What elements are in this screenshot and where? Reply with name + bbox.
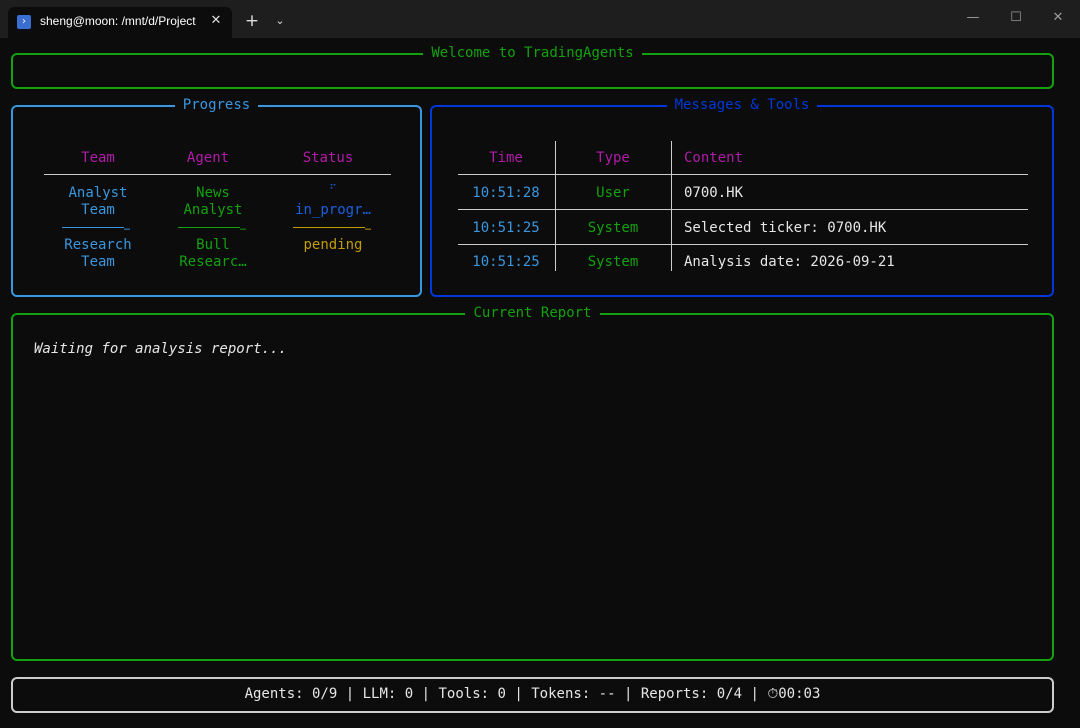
messages-row-rule-1 xyxy=(458,209,1028,210)
powershell-icon: › xyxy=(17,15,31,29)
messages-title: Messages & Tools xyxy=(666,97,818,113)
progress-title: Progress xyxy=(174,97,259,113)
status-separator: | xyxy=(421,686,431,702)
msg-content-1: 0700.HK xyxy=(684,185,744,201)
status-separator: | xyxy=(514,686,523,702)
header-time: Time xyxy=(489,150,523,166)
spinner-icon: ⠋ xyxy=(329,184,337,195)
msg-time-2: 10:51:25 xyxy=(472,220,540,236)
team-analyst-line1: Analyst xyxy=(68,185,128,201)
report-waiting-text: Waiting for analysis report... xyxy=(34,341,287,357)
status-tokens: Tokens: -- xyxy=(531,686,616,702)
status-separator: | xyxy=(345,686,355,702)
progress-panel: Progress Team Agent Status Analyst Team … xyxy=(11,97,422,297)
msg-type-3: System xyxy=(587,254,639,270)
status-llm: LLM: 0 xyxy=(362,686,414,702)
status-in-progress: in_progr… xyxy=(295,202,371,218)
terminal-window: › sheng@moon: /mnt/d/Project ✕ + ⌄ — ☐ ✕… xyxy=(0,0,1080,728)
msg-type-2: System xyxy=(587,220,639,236)
msg-time-3: 10:51:25 xyxy=(472,254,540,270)
msg-content-2: Selected ticker: 0700.HK xyxy=(684,220,887,236)
header-team: Team xyxy=(81,150,115,166)
team-research-line2: Team xyxy=(81,254,115,270)
tab-title: sheng@moon: /mnt/d/Project xyxy=(40,14,196,28)
messages-row-rule-2 xyxy=(458,244,1028,245)
status-pending: pending xyxy=(303,237,363,253)
msg-type-1: User xyxy=(596,185,630,201)
report-title: Current Report xyxy=(465,305,600,321)
welcome-title: Welcome to TradingAgents xyxy=(423,45,642,61)
agent-news-line2: Analyst xyxy=(183,202,243,218)
report-panel: Current Report Waiting for analysis repo… xyxy=(11,305,1054,661)
row-divider-status-ellipsis: … xyxy=(365,222,372,233)
row-divider-status xyxy=(293,227,365,228)
header-content: Content xyxy=(684,150,744,166)
msg-time-1: 10:51:28 xyxy=(472,185,540,201)
title-bar: › sheng@moon: /mnt/d/Project ✕ + ⌄ — ☐ ✕ xyxy=(0,0,1080,38)
stopwatch-icon: ⏱ xyxy=(767,686,779,702)
tab-dropdown-chevron-icon[interactable]: ⌄ xyxy=(268,10,292,32)
status-agents: Agents: 0/9 xyxy=(244,686,338,702)
header-status: Status xyxy=(302,150,354,166)
progress-header-rule xyxy=(44,174,391,175)
terminal-tab[interactable]: › sheng@moon: /mnt/d/Project ✕ xyxy=(8,7,232,38)
row-divider-team-ellipsis: … xyxy=(124,222,131,233)
welcome-panel: Welcome to TradingAgents xyxy=(11,45,1054,89)
team-research-line1: Research xyxy=(64,237,132,253)
messages-header-rule xyxy=(458,174,1028,175)
msg-content-3: Analysis date: 2026-09-21 xyxy=(684,254,895,270)
maximize-button[interactable]: ☐ xyxy=(996,6,1036,30)
row-divider-agent-ellipsis: … xyxy=(240,222,247,233)
agent-bull-line2: Researc… xyxy=(179,254,247,270)
col-divider-type xyxy=(671,141,672,271)
messages-panel: Messages & Tools Time Type Content 10:51… xyxy=(430,97,1054,297)
minimize-button[interactable]: — xyxy=(953,6,993,30)
agent-bull-line1: Bull xyxy=(196,237,230,253)
status-tools: Tools: 0 xyxy=(438,686,506,702)
status-bar-line: Agents: 0/9 | LLM: 0 | Tools: 0 | Tokens… xyxy=(13,686,1052,703)
status-reports: Reports: 0/4 xyxy=(640,686,743,702)
team-analyst-line2: Team xyxy=(81,202,115,218)
status-bar: Agents: 0/9 | LLM: 0 | Tools: 0 | Tokens… xyxy=(11,677,1054,713)
row-divider-agent xyxy=(178,227,240,228)
status-separator: | xyxy=(623,686,633,702)
row-divider-team xyxy=(62,227,124,228)
status-separator: | xyxy=(750,686,759,702)
header-agent: Agent xyxy=(186,150,230,166)
new-tab-button[interactable]: + xyxy=(240,10,264,32)
window-close-button[interactable]: ✕ xyxy=(1038,6,1078,30)
col-divider-time xyxy=(555,141,556,271)
header-type: Type xyxy=(596,150,630,166)
agent-news-line1: News xyxy=(196,185,230,201)
close-tab-icon[interactable]: ✕ xyxy=(206,11,226,31)
status-timer: 00:03 xyxy=(778,686,821,702)
